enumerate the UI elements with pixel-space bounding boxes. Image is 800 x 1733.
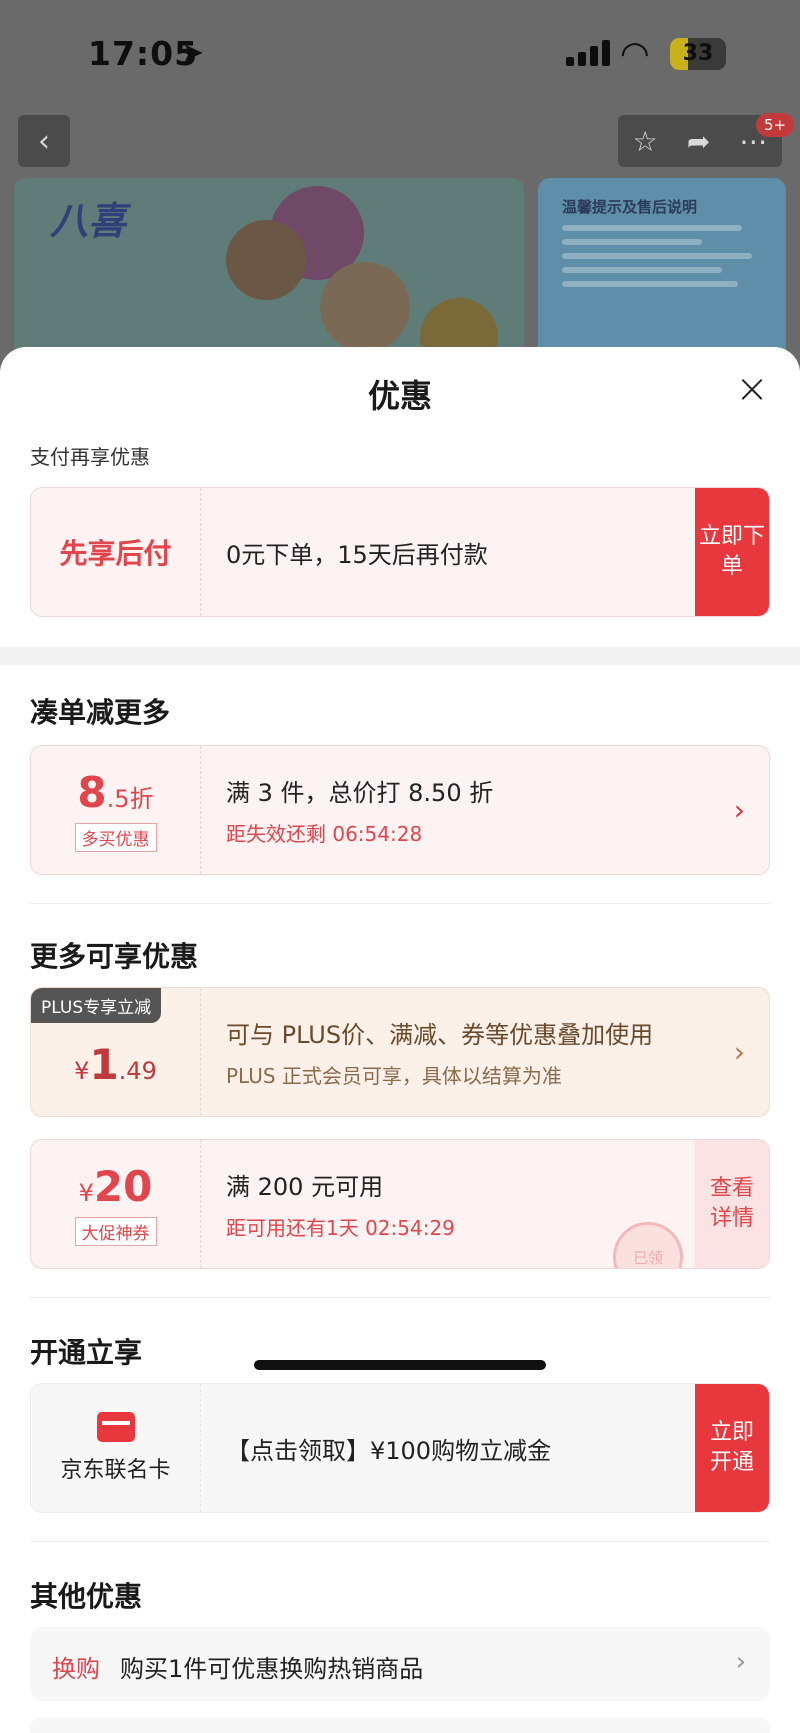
cobrand-card-name: 京东联名卡 [60, 1458, 171, 1483]
discount-unit: 折 [129, 785, 154, 813]
bundle-tag: 多买优惠 [74, 823, 157, 852]
coupon-tag: 大促神券 [74, 1217, 157, 1246]
location-arrow-icon: ➤ [182, 38, 204, 68]
other-row-tradein[interactable]: 换购 购买1件可优惠换购热销商品 › [30, 1627, 770, 1701]
info-banner-title: 温馨提示及售后说明 [562, 198, 698, 216]
pay-later-name: 先享后付 [59, 537, 172, 570]
other-row-key: 换购 [52, 1655, 100, 1683]
plus-currency: ¥ [74, 1056, 90, 1085]
plus-left: ¥1.49 [31, 988, 201, 1116]
signal-icon [566, 40, 610, 66]
info-banner[interactable]: 温馨提示及售后说明 [538, 178, 786, 368]
more-section-title: 更多可享优惠 [30, 940, 199, 973]
home-indicator [254, 1360, 546, 1370]
other-row-value: 购买1件可优惠换购热销商品 [120, 1655, 424, 1683]
discount-int: 8 [77, 768, 107, 817]
coupon-currency: ¥ [78, 1179, 94, 1207]
bundle-section-title: 凑单减更多 [30, 696, 171, 729]
close-icon[interactable]: × [732, 369, 772, 409]
bundle-desc: 满 3 件，总价打 8.50 折 [226, 779, 494, 807]
plus-note: PLUS 正式会员可享，具体以结算为准 [226, 1064, 562, 1088]
coupon-left: ¥20 大促神券 [31, 1140, 201, 1268]
brand-logo: 八喜 [50, 199, 127, 243]
divider [30, 903, 770, 904]
pay-later-left: 先享后付 [31, 488, 201, 616]
promotions-sheet: 优惠 × 支付再享优惠 先享后付 0元下单，15天后再付款 立即下单 凑单减更多… [0, 347, 800, 1733]
coupon-card[interactable]: ¥20 大促神券 满 200 元可用 距可用还有1天 02:54:29 已领 查… [30, 1139, 770, 1269]
cobrand-left: 京东联名卡 [31, 1384, 201, 1512]
plus-body: 可与 PLUS价、满减、券等优惠叠加使用 PLUS 正式会员可享，具体以结算为准 [226, 988, 689, 1116]
product-banner[interactable]: 八喜 [14, 178, 524, 368]
activate-now-label: 立即开通 [709, 1420, 754, 1475]
plus-desc: 可与 PLUS价、满减、券等优惠叠加使用 [226, 1021, 654, 1049]
sheet-title: 优惠 [367, 377, 432, 415]
bundle-discount-left: 8.5折 多买优惠 [31, 746, 201, 874]
other-row-gift[interactable]: 赠品 [30, 1717, 770, 1733]
chevron-right-icon: › [735, 1647, 746, 1677]
plus-amount-dec: .49 [118, 1056, 157, 1085]
other-section-title: 其他优惠 [30, 1580, 143, 1613]
view-details-label: 查看详情 [709, 1176, 754, 1231]
wifi-icon: ◠ [620, 34, 650, 74]
bundle-discount-card[interactable]: 8.5折 多买优惠 满 3 件，总价打 8.50 折 距失效还剩 06:54:2… [30, 745, 770, 875]
coupon-desc: 满 200 元可用 [226, 1173, 384, 1201]
order-now-button[interactable]: 立即下单 [695, 488, 769, 616]
product-image [320, 262, 410, 352]
share-icon[interactable]: ➦ [687, 125, 710, 158]
divider [30, 1541, 770, 1542]
status-bar: 17:05 ➤ ◠ 33 [0, 0, 800, 108]
section-separator [0, 647, 800, 665]
bundle-countdown: 距失效还剩 06:54:28 [226, 822, 423, 846]
battery-icon: 33 [670, 38, 726, 70]
plus-discount-card[interactable]: PLUS专享立减 ¥1.49 可与 PLUS价、满减、券等优惠叠加使用 PLUS… [30, 987, 770, 1117]
chevron-right-icon: › [733, 1035, 745, 1069]
activate-now-button[interactable]: 立即开通 [695, 1384, 769, 1512]
cobrand-body: 【点击领取】¥100购物立减金 [226, 1384, 689, 1512]
back-button[interactable]: ‹ [18, 115, 70, 167]
bank-card-icon [96, 1412, 135, 1442]
back-icon: ‹ [38, 123, 50, 159]
discount-dec: .5 [106, 785, 130, 813]
coupon-amount: 20 [93, 1162, 153, 1211]
product-image [226, 220, 306, 300]
divider [30, 1297, 770, 1298]
open-section-title: 开通立享 [30, 1336, 143, 1369]
bundle-body: 满 3 件，总价打 8.50 折 距失效还剩 06:54:28 [226, 746, 689, 874]
message-badge: 5+ [756, 113, 795, 137]
pay-later-card[interactable]: 先享后付 0元下单，15天后再付款 立即下单 [30, 487, 770, 617]
view-details-button[interactable]: 查看详情 [695, 1140, 769, 1268]
cobrand-desc: 【点击领取】¥100购物立减金 [226, 1436, 552, 1465]
pay-section-label: 支付再享优惠 [30, 445, 150, 469]
pay-later-body: 0元下单，15天后再付款 [226, 488, 689, 616]
chevron-right-icon: › [733, 793, 745, 827]
cobrand-card[interactable]: 京东联名卡 【点击领取】¥100购物立减金 立即开通 [30, 1383, 770, 1513]
plus-amount-int: 1 [89, 1039, 119, 1089]
battery-level: 33 [682, 41, 714, 66]
star-icon[interactable]: ☆ [633, 125, 658, 158]
pay-later-desc: 0元下单，15天后再付款 [226, 540, 488, 569]
